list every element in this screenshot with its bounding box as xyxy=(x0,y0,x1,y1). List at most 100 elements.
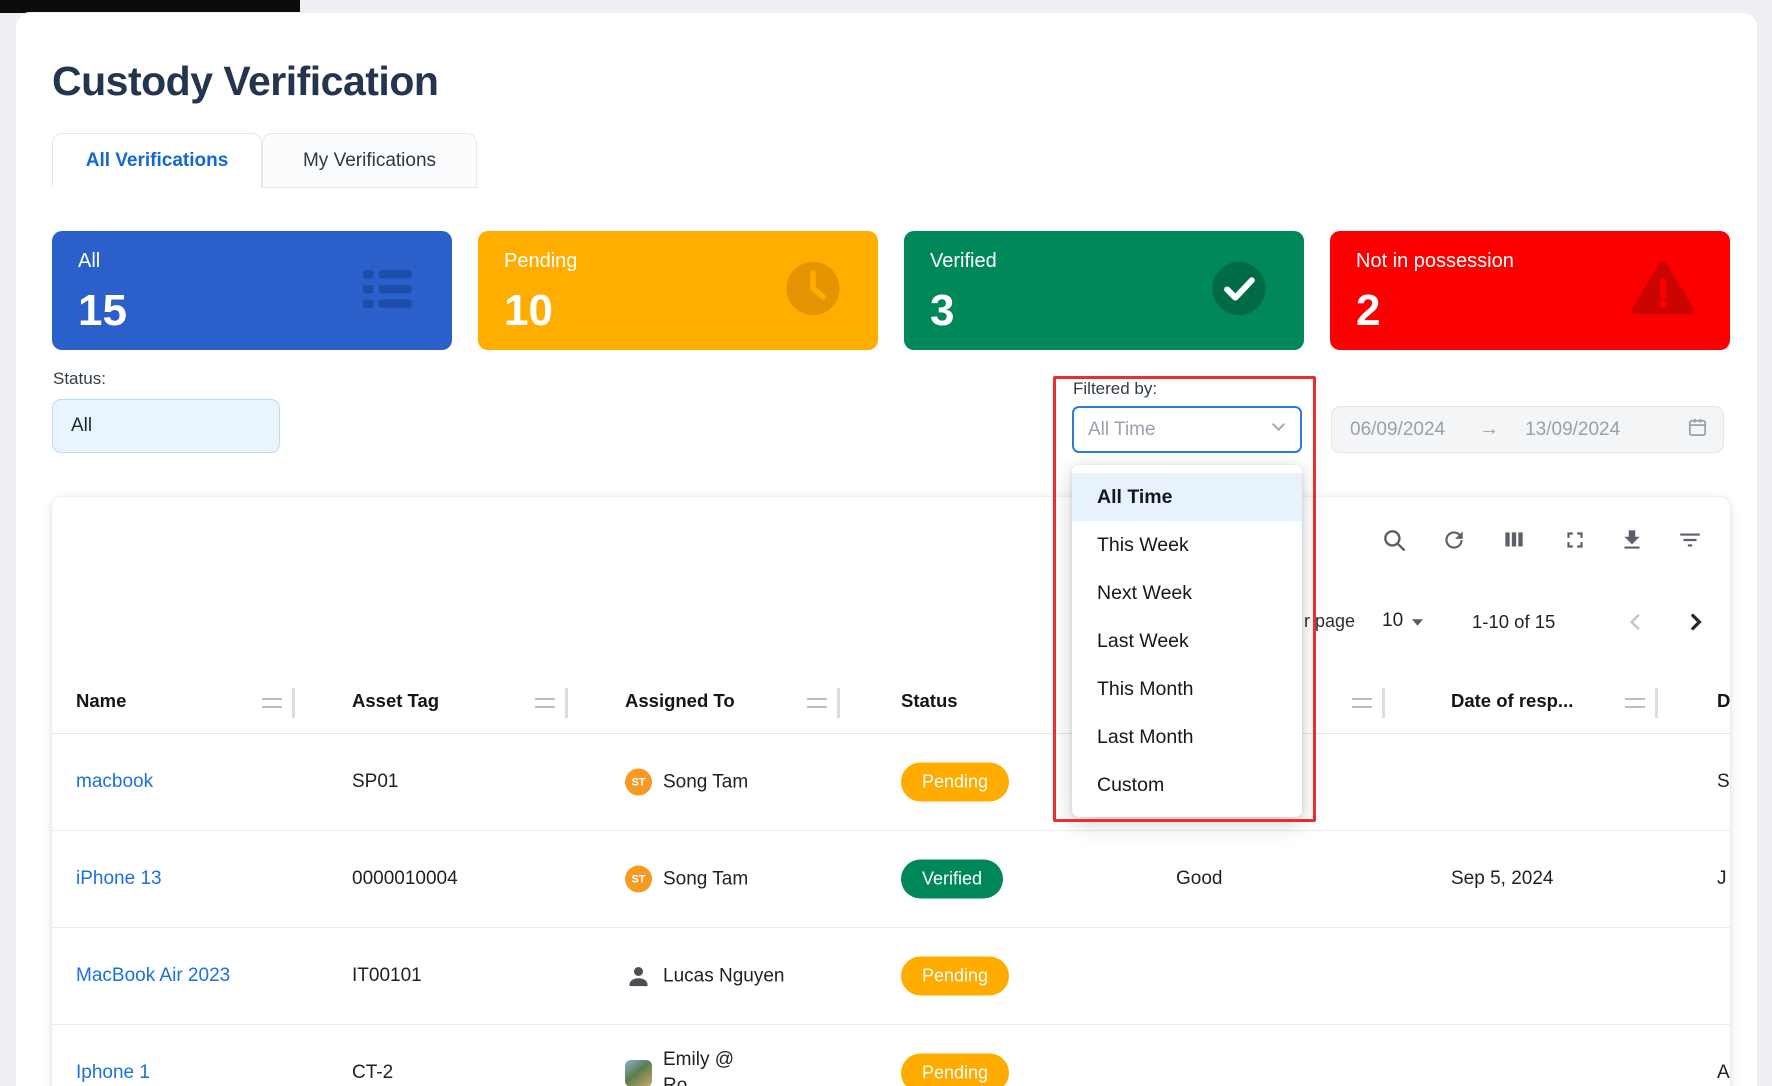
verifications-table-card: r page 10 1-10 of 15 Name Asset Tag Assi… xyxy=(52,497,1730,1086)
asset-tag-value: IT00101 xyxy=(352,965,422,987)
column-header-asset-tag[interactable]: Asset Tag xyxy=(352,690,439,712)
clipped-cell-text: J xyxy=(1717,868,1727,890)
column-header-name[interactable]: Name xyxy=(76,690,126,712)
tab-my-verifications-label: My Verifications xyxy=(303,150,436,172)
assignee-name: Emily @ xyxy=(663,1047,734,1073)
stat-card-nip-value: 2 xyxy=(1356,286,1380,336)
clipped-cell-text: S xyxy=(1717,771,1730,793)
view-columns-icon[interactable] xyxy=(1494,520,1534,560)
date-range-input[interactable]: 06/09/2024 → 13/09/2024 xyxy=(1331,406,1724,453)
rows-per-page-label: r page xyxy=(1304,611,1355,632)
stat-card-pending-label: Pending xyxy=(504,250,577,273)
column-header-date-of-resp[interactable]: Date of resp... xyxy=(1451,690,1573,712)
window-corner xyxy=(0,0,300,13)
stat-card-all[interactable]: All 15 xyxy=(52,231,452,350)
download-icon[interactable] xyxy=(1612,520,1652,560)
asset-name-link[interactable]: iPhone 13 xyxy=(76,868,162,890)
list-icon xyxy=(354,255,420,326)
tab-all-verifications-label: All Verifications xyxy=(86,150,229,172)
screen: Custody Verification All Verifications M… xyxy=(0,0,1772,1086)
table-row[interactable]: macbook SP01 ST Song Tam Pending S xyxy=(52,734,1730,831)
warning-icon xyxy=(1628,255,1698,326)
status-badge: Pending xyxy=(901,957,1009,996)
status-badge: Verified xyxy=(901,860,1003,899)
column-header-d[interactable]: D xyxy=(1717,690,1730,712)
dropdown-option-all-time[interactable]: All Time xyxy=(1072,473,1302,521)
tab-my-verifications[interactable]: My Verifications xyxy=(262,133,477,188)
date-range-arrow: → xyxy=(1479,418,1499,441)
filtered-by-label: Filtered by: xyxy=(1073,379,1157,399)
table-header-row: Name Asset Tag Assigned To Status Date o… xyxy=(52,670,1730,734)
asset-name-link[interactable]: macbook xyxy=(76,771,153,793)
status-cell: Pending xyxy=(901,1054,1009,1086)
avatar-initials: ST xyxy=(625,769,652,796)
asset-name-link[interactable]: MacBook Air 2023 xyxy=(76,965,230,987)
dropdown-option-next-week[interactable]: Next Week xyxy=(1072,569,1302,617)
asset-tag-value: CT-2 xyxy=(352,1062,393,1084)
dropdown-option-last-week[interactable]: Last Week xyxy=(1072,617,1302,665)
date-to-value: 13/09/2024 xyxy=(1525,419,1620,441)
dropdown-option-custom[interactable]: Custom xyxy=(1072,761,1302,809)
status-cell: Pending xyxy=(901,763,1009,802)
table-row[interactable]: MacBook Air 2023 IT00101 Lucas Nguyen Pe… xyxy=(52,928,1730,1025)
column-resize-handle[interactable] xyxy=(535,688,568,718)
assignee-name: Lucas Nguyen xyxy=(663,965,784,987)
asset-tag-value: 0000010004 xyxy=(352,868,458,890)
filtered-by-value: All Time xyxy=(1088,419,1156,441)
filtered-by-dropdown-menu: All Time This Week Next Week Last Week T… xyxy=(1072,465,1302,817)
assignee-cell: ST Song Tam xyxy=(625,866,748,893)
clipped-cell-text: A xyxy=(1717,1062,1730,1084)
column-header-status[interactable]: Status xyxy=(901,690,958,712)
pagination-range: 1-10 of 15 xyxy=(1472,611,1555,633)
avatar-photo xyxy=(625,1060,652,1086)
stat-card-verified-value: 3 xyxy=(930,286,954,336)
dropdown-option-this-month[interactable]: This Month xyxy=(1072,665,1302,713)
table-row[interactable]: iPhone 13 0000010004 ST Song Tam Verifie… xyxy=(52,831,1730,928)
stat-card-verified-label: Verified xyxy=(930,250,997,273)
stat-card-nip-label: Not in possession xyxy=(1356,250,1514,273)
fullscreen-icon[interactable] xyxy=(1555,520,1595,560)
column-resize-handle[interactable] xyxy=(807,688,840,718)
asset-name-link[interactable]: Iphone 1 xyxy=(76,1062,150,1084)
assignee-cell: Lucas Nguyen xyxy=(625,963,784,990)
column-resize-handle[interactable] xyxy=(1625,688,1658,718)
calendar-icon xyxy=(1686,415,1709,444)
condition-value: Good xyxy=(1176,868,1222,890)
column-header-assigned-to[interactable]: Assigned To xyxy=(625,690,735,712)
status-cell: Verified xyxy=(901,860,1003,899)
rows-per-page-value: 10 xyxy=(1382,610,1403,632)
tab-all-verifications[interactable]: All Verifications xyxy=(52,133,262,188)
filter-icon[interactable] xyxy=(1670,520,1710,560)
asset-tag-value: SP01 xyxy=(352,771,398,793)
status-badge: Pending xyxy=(901,763,1009,802)
stat-card-verified[interactable]: Verified 3 xyxy=(904,231,1304,350)
dropdown-option-this-week[interactable]: This Week xyxy=(1072,521,1302,569)
column-resize-handle[interactable] xyxy=(1352,688,1385,718)
clock-icon xyxy=(780,255,846,326)
status-cell: Pending xyxy=(901,957,1009,996)
page-title: Custody Verification xyxy=(52,58,438,105)
stat-card-not-in-possession[interactable]: Not in possession 2 xyxy=(1330,231,1730,350)
check-circle-icon xyxy=(1206,255,1272,326)
assignee-cell: ST Song Tam xyxy=(625,769,748,796)
status-filter-label: Status: xyxy=(53,369,106,389)
person-icon xyxy=(625,963,652,990)
status-select[interactable]: All xyxy=(52,399,280,453)
column-resize-handle[interactable] xyxy=(262,688,295,718)
rows-per-page-select[interactable]: 10 xyxy=(1382,610,1423,632)
table-row[interactable]: Iphone 1 CT-2 Emily @ Ro... Pending A xyxy=(52,1025,1730,1086)
search-icon[interactable] xyxy=(1374,520,1414,560)
assignee-name: Song Tam xyxy=(663,771,748,793)
stat-card-pending[interactable]: Pending 10 xyxy=(478,231,878,350)
caret-down-icon xyxy=(1412,610,1423,632)
previous-page-button[interactable] xyxy=(1616,602,1656,642)
assignee-name: Song Tam xyxy=(663,868,748,890)
refresh-icon[interactable] xyxy=(1434,520,1474,560)
status-select-value: All xyxy=(71,415,92,437)
next-page-button[interactable] xyxy=(1675,602,1715,642)
stat-card-all-label: All xyxy=(78,250,100,273)
avatar-initials: ST xyxy=(625,866,652,893)
filtered-by-select[interactable]: All Time xyxy=(1072,406,1302,453)
stat-card-pending-value: 10 xyxy=(504,286,553,336)
dropdown-option-last-month[interactable]: Last Month xyxy=(1072,713,1302,761)
